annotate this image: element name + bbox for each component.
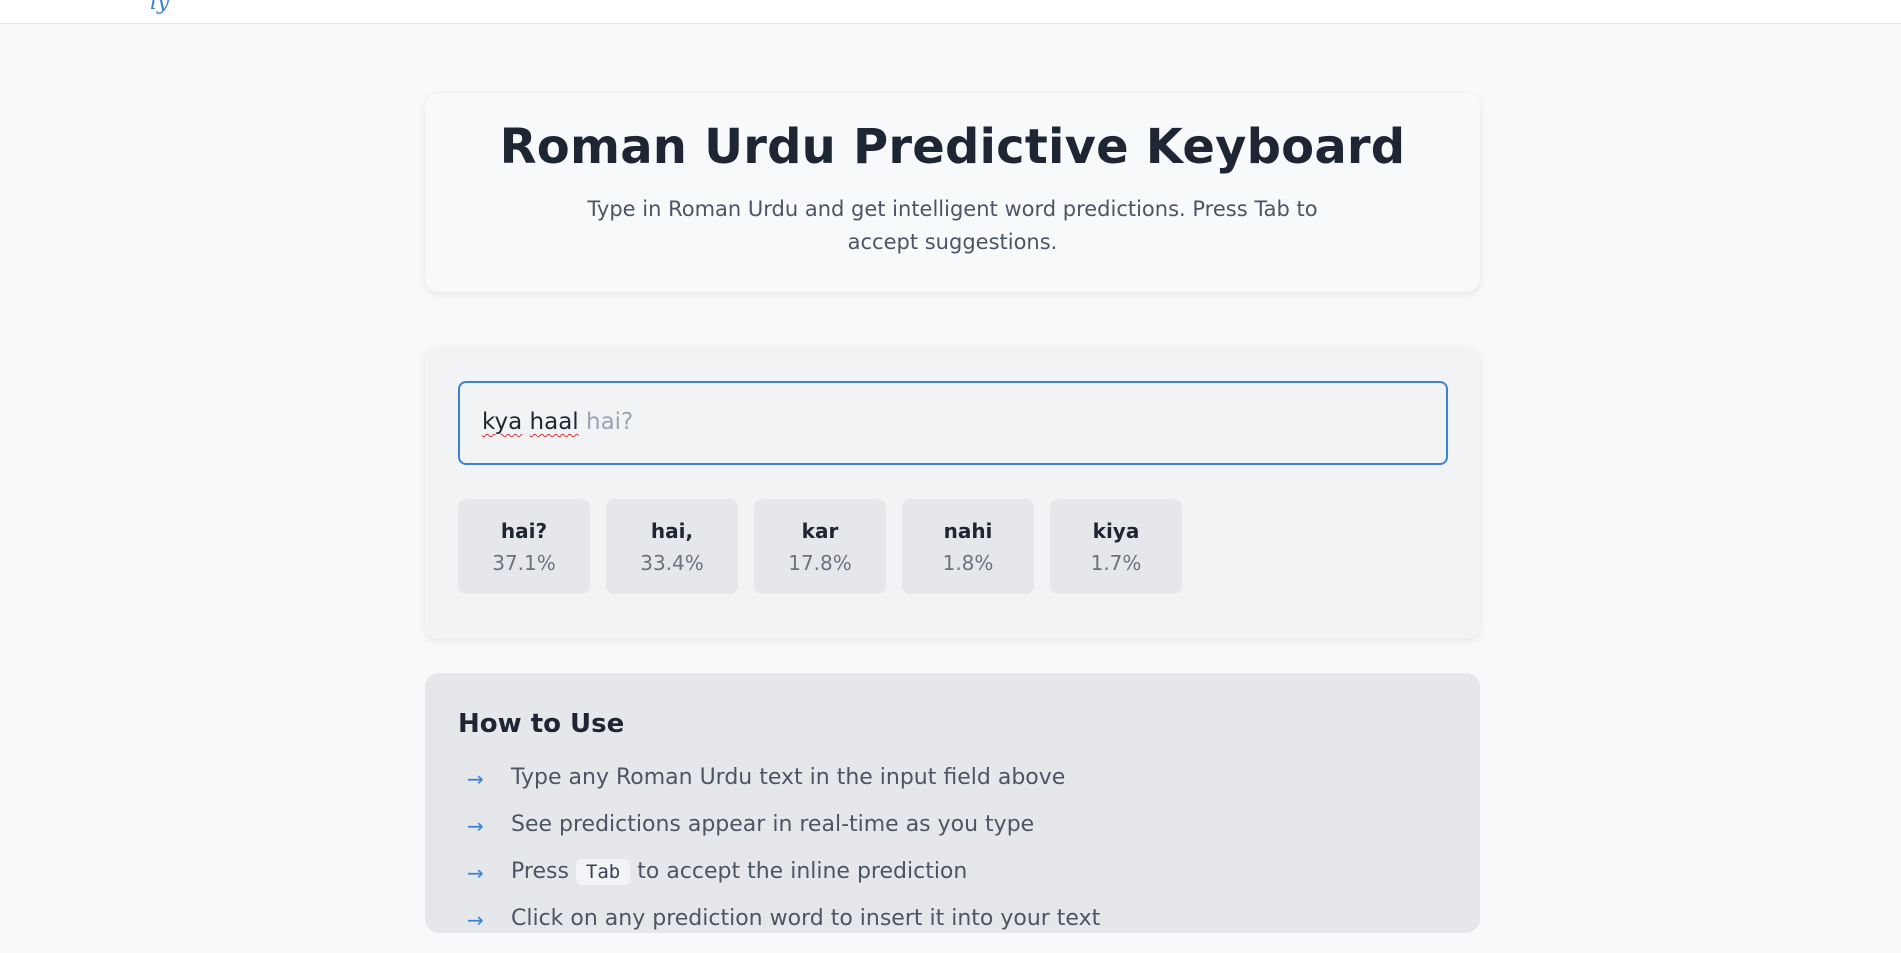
page-title: Roman Urdu Predictive Keyboard xyxy=(499,119,1406,175)
input-text: kya haal hai? xyxy=(482,409,633,435)
prediction-chip[interactable]: kiya 1.7% xyxy=(1050,499,1182,594)
prediction-probability: 1.8% xyxy=(942,551,994,575)
help-title: How to Use xyxy=(458,709,625,739)
prediction-probability: 1.7% xyxy=(1090,551,1142,575)
prediction-chip[interactable]: kar 17.8% xyxy=(754,499,886,594)
tab-key-badge: Tab xyxy=(575,859,631,885)
inline-prediction: hai? xyxy=(586,409,634,435)
prediction-chip[interactable]: nahi 1.8% xyxy=(902,499,1034,594)
help-item-text: Press Tab to accept the inline prediction xyxy=(511,859,967,885)
typed-word: haal xyxy=(529,409,579,435)
help-item: → Click on any prediction word to insert… xyxy=(467,906,1100,953)
help-list: → Type any Roman Urdu text in the input … xyxy=(467,765,1100,953)
typed-word: kya xyxy=(482,409,523,435)
how-to-use-card: How to Use → Type any Roman Urdu text in… xyxy=(425,673,1480,933)
help-item: → Press Tab to accept the inline predictio… xyxy=(467,859,1100,906)
prediction-word: kiya xyxy=(1092,519,1140,543)
prediction-chip[interactable]: hai, 33.4% xyxy=(606,499,738,594)
help-item-prefix: Press xyxy=(511,859,569,884)
brand-logo[interactable]: ly xyxy=(150,0,169,15)
prediction-word: hai, xyxy=(650,519,694,543)
top-navbar: ly xyxy=(0,0,1901,24)
text-input[interactable]: kya haal hai? xyxy=(458,381,1448,465)
prediction-probability: 33.4% xyxy=(640,551,704,575)
help-item-suffix: to accept the inline prediction xyxy=(637,859,968,884)
header-card: Roman Urdu Predictive Keyboard Type in R… xyxy=(425,93,1480,292)
prediction-probability: 17.8% xyxy=(788,551,852,575)
prediction-chip[interactable]: hai? 37.1% xyxy=(458,499,590,594)
prediction-word: hai? xyxy=(500,519,548,543)
help-item: → Type any Roman Urdu text in the input … xyxy=(467,765,1100,812)
input-card: kya haal hai? hai? 37.1% hai, 33.4% kar … xyxy=(425,347,1480,639)
arrow-right-icon: → xyxy=(467,814,484,838)
help-item-text: See predictions appear in real-time as y… xyxy=(511,812,1035,837)
help-item: → See predictions appear in real-time as… xyxy=(467,812,1100,859)
page-subtitle: Type in Roman Urdu and get intelligent w… xyxy=(587,197,1318,254)
help-item-text: Type any Roman Urdu text in the input fi… xyxy=(511,765,1066,790)
prediction-list: hai? 37.1% hai, 33.4% kar 17.8% nahi 1.8… xyxy=(458,499,1182,594)
arrow-right-icon: → xyxy=(467,861,484,885)
prediction-word: kar xyxy=(801,519,839,543)
prediction-probability: 37.1% xyxy=(492,551,556,575)
help-item-text: Click on any prediction word to insert i… xyxy=(511,906,1101,931)
arrow-right-icon: → xyxy=(467,908,484,932)
prediction-word: nahi xyxy=(943,519,993,543)
arrow-right-icon: → xyxy=(467,767,484,791)
